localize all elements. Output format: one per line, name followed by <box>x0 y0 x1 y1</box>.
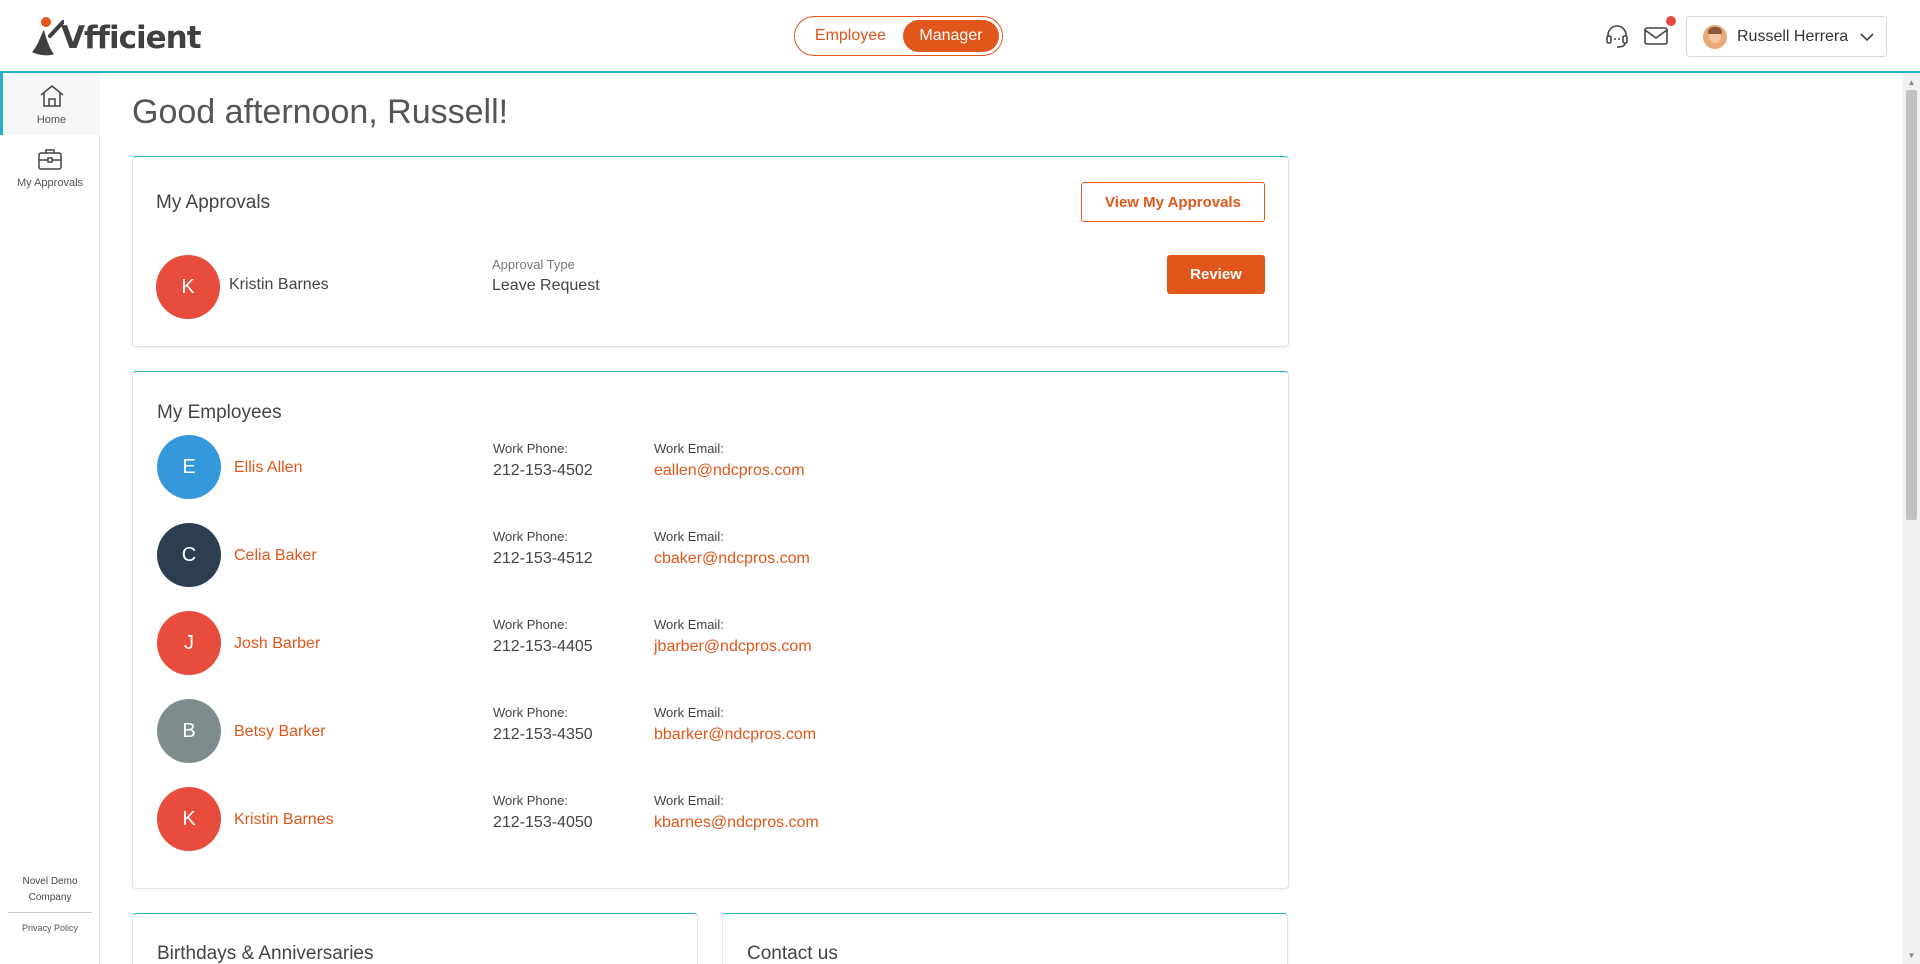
avatar: E <box>157 435 221 499</box>
work-phone-value: 212-153-4502 <box>493 462 593 479</box>
approval-requester-name: Kristin Barnes <box>229 276 329 293</box>
user-name: Russell Herrera <box>1737 27 1849 45</box>
card-title: My Employees <box>157 402 282 423</box>
main-content: Good afternoon, Russell! My Approvals Vi… <box>100 73 1903 964</box>
employee-name-link[interactable]: Josh Barber <box>234 635 320 653</box>
review-button[interactable]: Review <box>1167 255 1265 294</box>
work-email-label: Work Email: <box>654 617 724 632</box>
contact-us-card: Contact us <box>722 913 1288 964</box>
sidebar-item-home[interactable]: Home <box>0 73 100 135</box>
work-email-link[interactable]: bbarker@ndcpros.com <box>654 726 816 744</box>
approval-type-label: Approval Type <box>492 257 575 272</box>
list-item: K Kristin Barnes Work Phone: 212-153-4050 Wo… <box>133 787 1290 875</box>
chevron-down-icon <box>1860 32 1874 41</box>
card-title: Birthdays & Anniversaries <box>157 943 374 964</box>
card-title: My Approvals <box>156 192 271 213</box>
work-phone-label: Work Phone: <box>493 529 568 544</box>
employee-name-link[interactable]: Kristin Barnes <box>234 811 334 829</box>
view-my-approvals-button[interactable]: View My Approvals <box>1081 182 1265 222</box>
privacy-policy-link[interactable]: Privacy Policy <box>0 913 100 964</box>
employee-toggle-option[interactable]: Employee <box>798 20 903 52</box>
briefcase-icon <box>38 149 62 170</box>
work-email-link[interactable]: cbaker@ndcpros.com <box>654 550 810 568</box>
work-email-link[interactable]: kbarnes@ndcpros.com <box>654 814 819 832</box>
notification-badge <box>1666 16 1676 26</box>
avatar: B <box>157 699 221 763</box>
home-icon <box>40 85 63 107</box>
logo-mark-icon <box>32 17 64 56</box>
list-item: E Ellis Allen Work Phone: 212-153-4502 Work … <box>133 435 1290 523</box>
work-phone-label: Work Phone: <box>493 617 568 632</box>
avatar: C <box>157 523 221 587</box>
work-phone-label: Work Phone: <box>493 705 568 720</box>
sidebar-footer: Novel Demo Company Privacy Policy <box>0 874 100 964</box>
vertical-scrollbar[interactable]: ▲ ▼ <box>1903 73 1920 964</box>
employee-name-link[interactable]: Ellis Allen <box>234 459 302 477</box>
company-name: Novel Demo Company <box>22 876 78 903</box>
list-item: C Celia Baker Work Phone: 212-153-4512 Work … <box>133 523 1290 611</box>
my-employees-card: My Employees E Ellis Allen Work Phone: 212-… <box>132 371 1289 889</box>
work-email-label: Work Email: <box>654 793 724 808</box>
my-approvals-card: My Approvals View My Approvals K Kristin… <box>132 156 1289 347</box>
work-phone-value: 212-153-4405 <box>493 638 593 655</box>
role-toggle: Employee Manager <box>794 16 1003 56</box>
employee-name-link[interactable]: Celia Baker <box>234 547 317 565</box>
work-email-label: Work Email: <box>654 529 724 544</box>
employee-name-link[interactable]: Betsy Barker <box>234 723 326 741</box>
avatar: K <box>156 255 220 319</box>
work-phone-value: 212-153-4350 <box>493 726 593 743</box>
work-email-link[interactable]: jbarber@ndcpros.com <box>654 638 812 656</box>
work-phone-value: 212-153-4512 <box>493 550 593 567</box>
sidebar-item-approvals[interactable]: My Approvals <box>0 146 100 206</box>
list-item: B Betsy Barker Work Phone: 212-153-4350 Work… <box>133 699 1290 787</box>
approval-type-value: Leave Request <box>492 277 600 294</box>
work-phone-value: 212-153-4050 <box>493 814 593 831</box>
work-email-link[interactable]: eallen@ndcpros.com <box>654 462 805 480</box>
user-menu-button[interactable]: Russell Herrera <box>1686 16 1887 57</box>
user-avatar <box>1703 24 1727 49</box>
logo-text: Vfficient <box>61 20 202 56</box>
page-title: Good afternoon, Russell! <box>132 93 509 131</box>
manager-toggle-option[interactable]: Manager <box>902 20 999 52</box>
work-phone-label: Work Phone: <box>493 441 568 456</box>
sidebar: Home My Approvals Novel Demo Company Pri… <box>0 73 100 964</box>
scroll-thumb[interactable] <box>1906 90 1917 520</box>
sidebar-item-label: My Approvals <box>16 177 84 189</box>
logo[interactable]: Vfficient <box>30 16 202 60</box>
scroll-down-arrow-icon[interactable]: ▼ <box>1903 948 1920 962</box>
mail-icon[interactable] <box>1642 16 1676 50</box>
work-email-label: Work Email: <box>654 705 724 720</box>
headset-icon[interactable] <box>1603 22 1631 50</box>
avatar: J <box>157 611 221 675</box>
top-header: Vfficient Employee Manager Russell Herre… <box>0 0 1920 73</box>
avatar: K <box>157 787 221 851</box>
work-email-label: Work Email: <box>654 441 724 456</box>
card-title: Contact us <box>747 943 838 964</box>
work-phone-label: Work Phone: <box>493 793 568 808</box>
scroll-up-arrow-icon[interactable]: ▲ <box>1903 75 1920 89</box>
sidebar-item-label: Home <box>36 114 67 126</box>
birthdays-card: Birthdays & Anniversaries <box>132 913 698 964</box>
list-item: J Josh Barber Work Phone: 212-153-4405 Work … <box>133 611 1290 699</box>
